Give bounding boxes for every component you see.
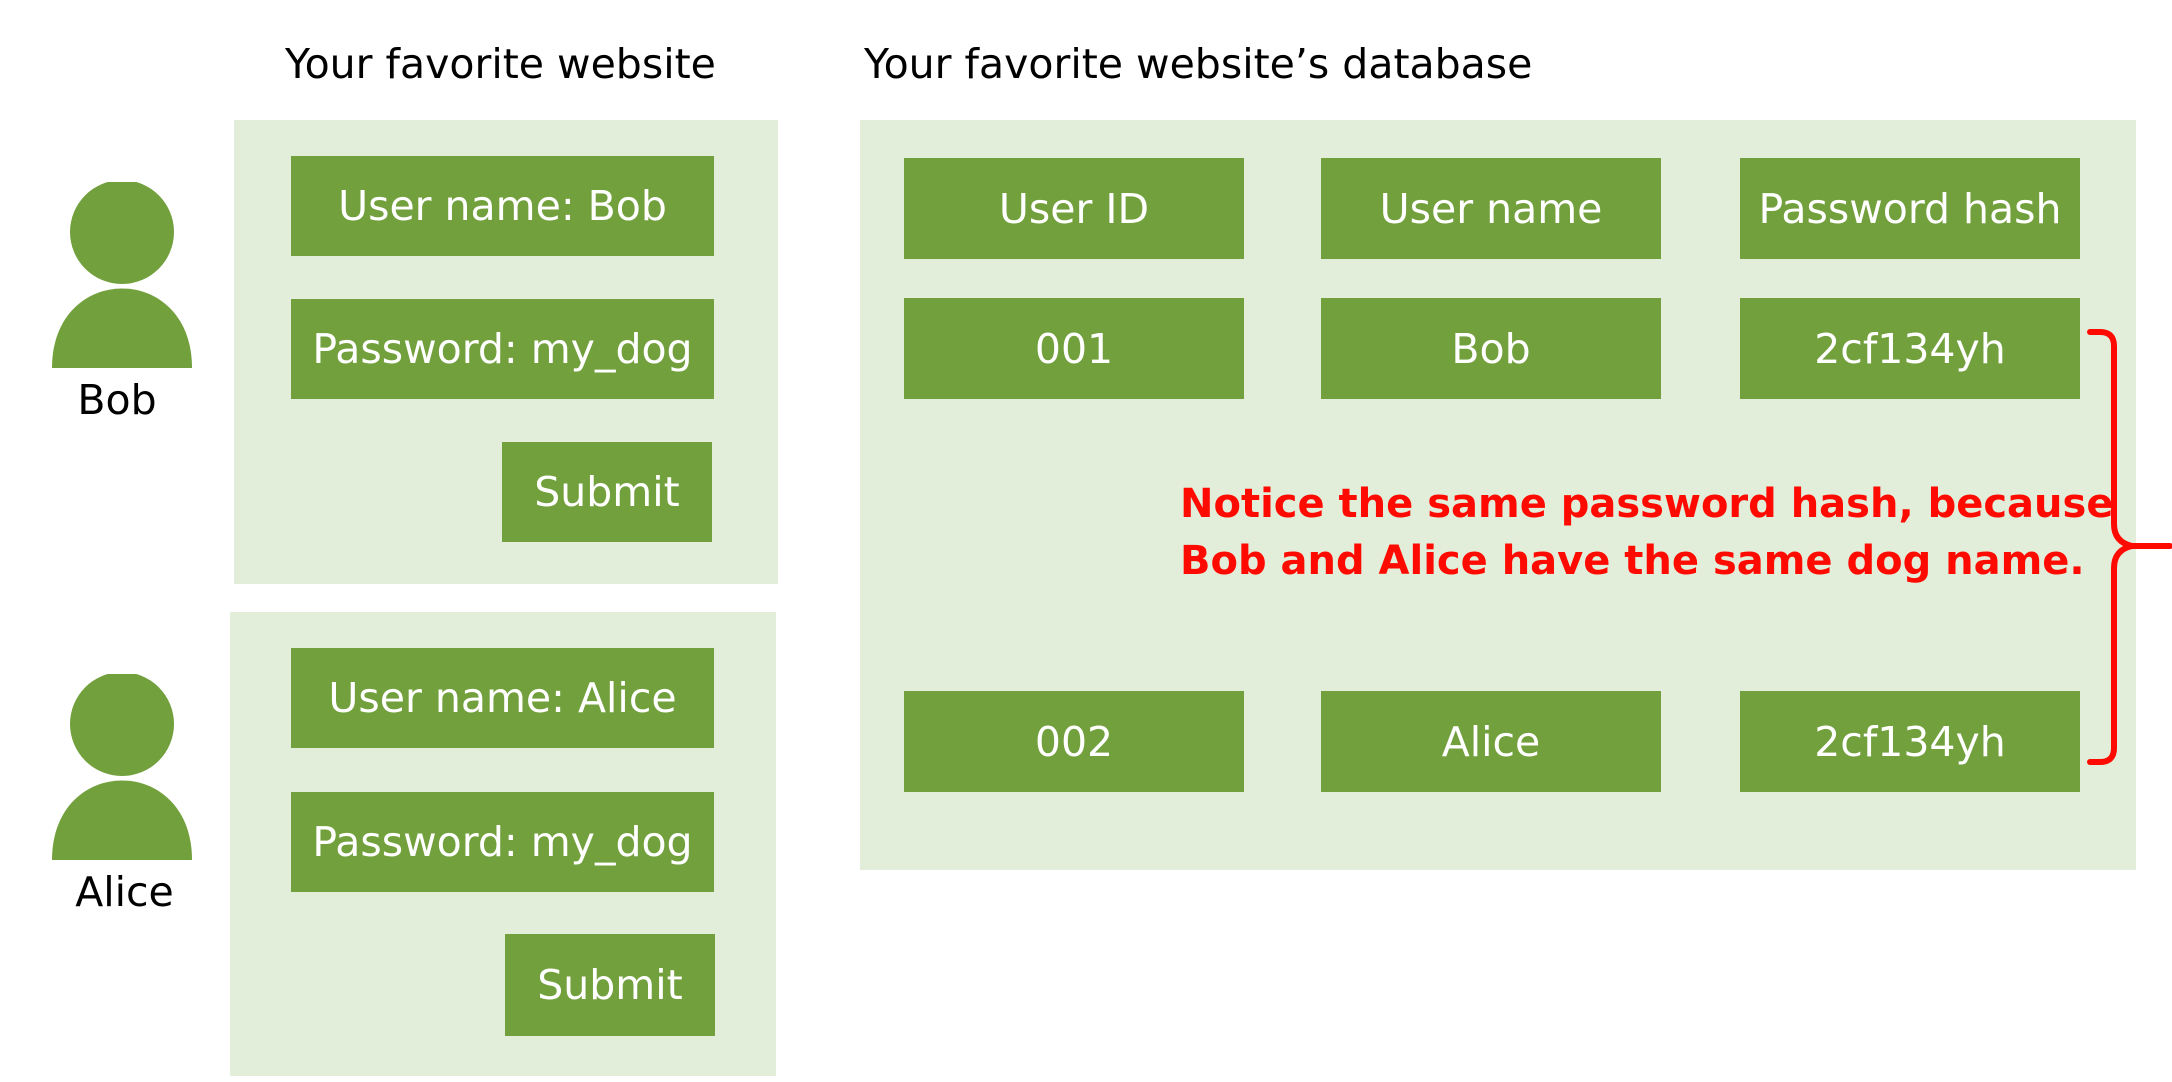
person-icon (52, 180, 192, 372)
password-field[interactable]: Password: my_dog (291, 299, 714, 399)
password-field[interactable]: Password: my_dog (291, 792, 714, 892)
person-name-alice: Alice (75, 868, 174, 916)
submit-button[interactable]: Submit (505, 934, 715, 1036)
table-cell-user-id: 002 (904, 691, 1244, 792)
person-name-bob: Bob (77, 376, 157, 424)
table-cell-user-name: Alice (1321, 691, 1661, 792)
note-line-1: Notice the same password hash, because (1180, 481, 2114, 527)
column-header-password-hash: Password hash (1740, 158, 2080, 259)
submit-button[interactable]: Submit (502, 442, 712, 542)
database-heading: Your favorite website’s database (864, 40, 1533, 88)
table-cell-user-name: Bob (1321, 298, 1661, 399)
column-header-user-name: User name (1321, 158, 1661, 259)
username-field[interactable]: User name: Bob (291, 156, 714, 256)
person-icon (52, 672, 192, 864)
website-heading: Your favorite website (285, 40, 716, 88)
column-header-user-id: User ID (904, 158, 1244, 259)
bracket (2087, 329, 2172, 765)
note-line-2: Bob and Alice have the same dog name. (1180, 538, 2085, 584)
table-cell-user-id: 001 (904, 298, 1244, 399)
table-cell-password-hash: 2cf134yh (1740, 298, 2080, 399)
username-field[interactable]: User name: Alice (291, 648, 714, 748)
table-cell-password-hash: 2cf134yh (1740, 691, 2080, 792)
